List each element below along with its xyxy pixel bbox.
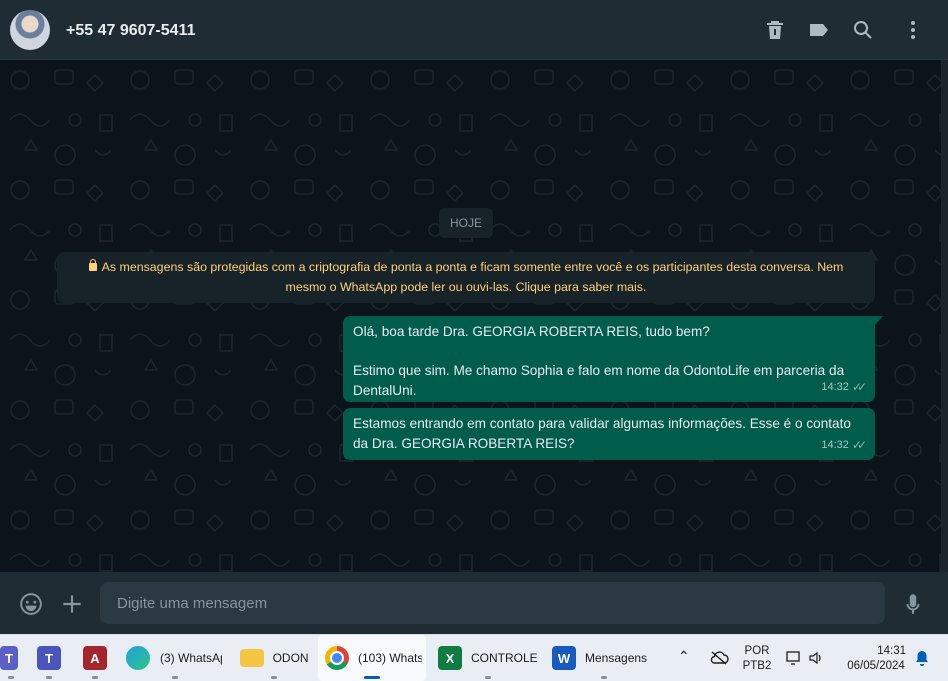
message-meta: 14:32 ✓✓ bbox=[821, 378, 867, 398]
message-input[interactable] bbox=[100, 582, 885, 624]
taskbar-indicator bbox=[485, 676, 491, 679]
taskbar-excel[interactable]: X CONTROLE bbox=[438, 635, 538, 681]
microphone-icon[interactable] bbox=[900, 591, 926, 617]
taskbar-access[interactable]: A bbox=[78, 635, 112, 681]
taskbar-indicator bbox=[8, 676, 14, 679]
message-time: 14:32 bbox=[821, 380, 849, 393]
encryption-notice[interactable]: As mensagens são protegidas com a cripto… bbox=[57, 252, 875, 303]
bubble-tail bbox=[875, 316, 883, 325]
taskbar-indicator bbox=[601, 676, 607, 679]
emoji-icon[interactable] bbox=[18, 591, 44, 617]
lock-icon bbox=[88, 259, 97, 271]
message-text: Olá, boa tarde Dra. GEORGIA ROBERTA REIS… bbox=[353, 324, 845, 398]
notification-bell-icon[interactable] bbox=[914, 649, 930, 667]
word-icon: W bbox=[552, 646, 576, 670]
taskbar-teams[interactable]: T bbox=[0, 635, 22, 681]
language-indicator[interactable]: POR PTB2 bbox=[740, 644, 774, 674]
windows-taskbar: T T A (3) WhatsAp ODON (103) Whats X CON… bbox=[0, 634, 948, 681]
message-time: 14:32 bbox=[821, 438, 849, 451]
chat-header: +55 47 9607-5411 bbox=[0, 0, 948, 60]
clock[interactable]: 14:31 06/05/2024 bbox=[838, 644, 914, 674]
network-icon[interactable] bbox=[786, 650, 802, 666]
taskbar-folder[interactable]: ODON bbox=[240, 635, 308, 681]
message-meta: 14:32 ✓✓ bbox=[821, 436, 867, 456]
chrome-icon bbox=[325, 646, 349, 670]
chat-scrollbar[interactable] bbox=[941, 60, 948, 572]
chat-area[interactable]: HOJE As mensagens são protegidas com a c… bbox=[0, 60, 948, 572]
contact-avatar[interactable] bbox=[10, 10, 50, 50]
search-icon[interactable] bbox=[851, 18, 875, 42]
cloud-offline-icon[interactable] bbox=[708, 650, 730, 666]
taskbar-chrome-whatsapp[interactable]: (103) Whats bbox=[318, 635, 426, 681]
teams-new-icon: T bbox=[37, 646, 61, 670]
taskbar-label: ODON bbox=[272, 651, 308, 665]
edge-icon bbox=[126, 646, 150, 670]
plus-icon[interactable] bbox=[59, 591, 85, 617]
chevron-up-icon[interactable]: ⌃ bbox=[678, 649, 690, 664]
taskbar-edge-whatsapp[interactable]: (3) WhatsAp bbox=[124, 635, 226, 681]
language-code: POR bbox=[744, 645, 770, 657]
double-check-icon: ✓✓ bbox=[851, 437, 867, 452]
clock-time: 14:31 bbox=[877, 645, 906, 657]
label-icon[interactable] bbox=[807, 18, 831, 42]
date-chip: HOJE bbox=[439, 208, 493, 238]
contact-name[interactable]: +55 47 9607-5411 bbox=[66, 22, 195, 40]
folder-icon bbox=[240, 649, 264, 667]
taskbar-indicator bbox=[271, 676, 277, 679]
outgoing-message[interactable]: Estamos entrando em contato para validar… bbox=[343, 408, 875, 460]
teams-icon: T bbox=[0, 646, 18, 670]
double-check-icon: ✓✓ bbox=[851, 379, 867, 394]
taskbar-indicator bbox=[364, 676, 380, 679]
message-composer bbox=[0, 572, 948, 634]
taskbar-word[interactable]: W Mensagens bbox=[552, 635, 656, 681]
taskbar-indicator bbox=[92, 676, 98, 679]
volume-icon[interactable] bbox=[808, 650, 824, 666]
menu-icon[interactable] bbox=[901, 18, 925, 42]
encryption-notice-text: As mensagens são protegidas com a cripto… bbox=[101, 260, 844, 294]
excel-icon: X bbox=[438, 646, 462, 670]
taskbar-label: CONTROLE bbox=[471, 651, 538, 665]
taskbar-indicator bbox=[46, 676, 52, 679]
delete-icon[interactable] bbox=[763, 18, 787, 42]
taskbar-label: (3) WhatsAp bbox=[160, 651, 222, 665]
taskbar-indicator bbox=[172, 676, 178, 679]
clock-date: 06/05/2024 bbox=[847, 660, 905, 672]
taskbar-label: Mensagens bbox=[585, 651, 648, 665]
keyboard-layout: PTB2 bbox=[742, 660, 772, 672]
taskbar-teams-new[interactable]: T bbox=[32, 635, 66, 681]
taskbar-label: (103) Whats bbox=[358, 651, 422, 665]
message-text: Estamos entrando em contato para validar… bbox=[353, 416, 855, 451]
outgoing-message[interactable]: Olá, boa tarde Dra. GEORGIA ROBERTA REIS… bbox=[343, 316, 883, 402]
access-icon: A bbox=[83, 646, 107, 670]
